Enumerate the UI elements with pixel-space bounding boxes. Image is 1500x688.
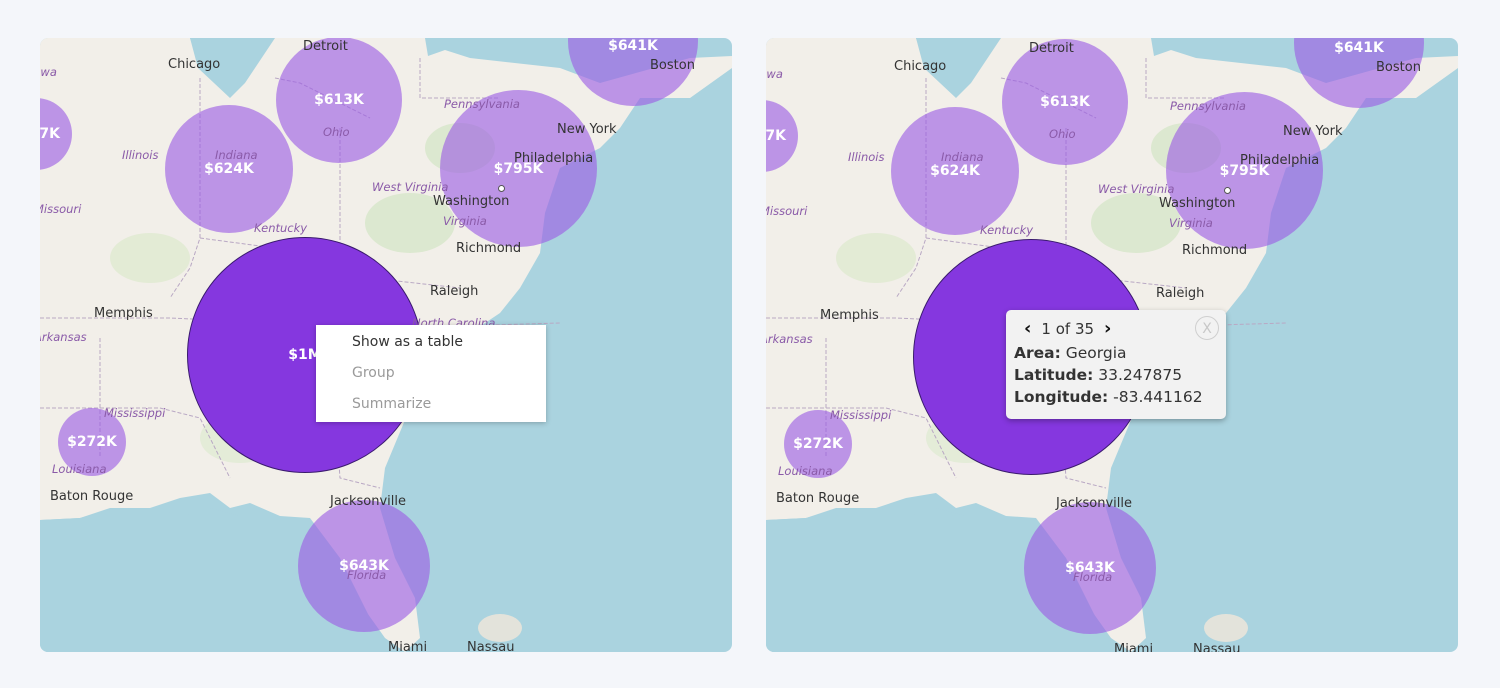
bubble-indiana[interactable]: $624K xyxy=(891,107,1019,235)
bubble-label: $7K xyxy=(766,128,786,144)
close-icon[interactable]: X xyxy=(1195,316,1219,340)
popup-pager: ‹ 1 of 35 › xyxy=(1014,318,1218,340)
info-popup: ‹ 1 of 35 › X Area: Georgia Latitude: 33… xyxy=(1006,310,1226,419)
popup-value: 33.247875 xyxy=(1098,366,1183,384)
state-label: Pennsylvania xyxy=(1170,99,1246,113)
city-label: Jacksonville xyxy=(1056,496,1132,511)
menu-item-show-as-table[interactable]: Show as a table xyxy=(316,327,546,358)
menu-item-summarize: Summarize xyxy=(352,396,432,412)
state-label: Ohio xyxy=(323,125,350,139)
state-label: Florida xyxy=(1073,570,1113,584)
state-label: Arkansas xyxy=(40,330,87,344)
state-label: Louisiana xyxy=(52,462,107,476)
popup-value: -83.441162 xyxy=(1113,388,1203,406)
city-label: Richmond xyxy=(456,241,522,256)
bubble-label: $624K xyxy=(930,163,980,179)
city-label: Memphis xyxy=(94,306,153,321)
bubble-label: $613K xyxy=(314,92,364,108)
bubble-michigan[interactable]: $613K xyxy=(1002,39,1128,165)
city-label: Nassau xyxy=(467,640,515,652)
city-label: Baton Rouge xyxy=(50,489,134,504)
city-label: Memphis xyxy=(820,308,879,323)
state-label: Missouri xyxy=(40,202,82,216)
bubble-label: $7K xyxy=(40,126,60,142)
map-panel-left[interactable]: $7K $613K $624K $641K $795K $1M $272K $6… xyxy=(40,38,732,652)
state-label: Illinois xyxy=(122,148,159,162)
bubble-label: $641K xyxy=(608,38,658,54)
state-label: Arkansas xyxy=(766,332,813,346)
city-label: Philadelphia xyxy=(514,151,594,166)
state-label: Missouri xyxy=(766,204,808,218)
popup-counter: 1 of 35 xyxy=(1041,320,1095,338)
state-label: Kentucky xyxy=(980,223,1034,237)
state-label: Indiana xyxy=(215,148,258,162)
chevron-right-icon[interactable]: › xyxy=(1104,320,1111,338)
state-label: Pennsylvania xyxy=(444,97,520,111)
state-label: Iowa xyxy=(40,65,57,79)
popup-row-latitude: Latitude: 33.247875 xyxy=(1014,366,1218,384)
city-label: Baton Rouge xyxy=(776,491,860,506)
state-label: West Virginia xyxy=(372,180,449,194)
city-label: Jacksonville xyxy=(330,494,406,509)
bubble-label: $613K xyxy=(1040,94,1090,110)
bubble-michigan[interactable]: $613K xyxy=(276,38,402,163)
bubble-label: $641K xyxy=(1334,40,1384,56)
state-label: Iowa xyxy=(766,67,783,81)
state-label: Virginia xyxy=(1169,216,1213,230)
city-label: Detroit xyxy=(1029,41,1074,56)
state-label: Louisiana xyxy=(778,464,833,478)
city-label: Chicago xyxy=(168,57,221,72)
state-label: Kentucky xyxy=(254,221,308,235)
chevron-left-icon[interactable]: ‹ xyxy=(1024,320,1031,338)
city-dot xyxy=(1224,187,1231,194)
map-panel-right[interactable]: $7K $613K $624K $641K $795K $1M $272K $6… xyxy=(766,38,1458,652)
state-label: Mississippi xyxy=(830,408,892,422)
city-label: New York xyxy=(557,122,617,137)
city-label: Miami xyxy=(388,640,428,652)
state-label: Indiana xyxy=(941,150,984,164)
bubble-florida[interactable]: $643K xyxy=(298,500,430,632)
city-label: Richmond xyxy=(1182,243,1248,258)
state-label: Florida xyxy=(347,568,387,582)
city-label: Raleigh xyxy=(1156,286,1205,301)
popup-row-area: Area: Georgia xyxy=(1014,344,1218,362)
menu-item-group: Group xyxy=(352,365,395,381)
bubble-indiana[interactable]: $624K xyxy=(165,105,293,233)
popup-value: Georgia xyxy=(1065,344,1127,362)
city-label: Boston xyxy=(650,58,695,73)
popup-key: Area: xyxy=(1014,344,1061,362)
city-label: Nassau xyxy=(1193,642,1241,652)
state-label: Virginia xyxy=(443,214,487,228)
city-label: Detroit xyxy=(303,39,348,54)
bubble-label: $624K xyxy=(204,161,254,177)
city-label: Boston xyxy=(1376,60,1421,75)
state-label: Mississippi xyxy=(104,406,166,420)
city-label: Washington xyxy=(1159,196,1236,211)
popup-key: Longitude: xyxy=(1014,388,1109,406)
state-label: Illinois xyxy=(848,150,885,164)
popup-row-longitude: Longitude: -83.441162 xyxy=(1014,388,1218,406)
city-label: Washington xyxy=(433,194,510,209)
city-label: Raleigh xyxy=(430,284,479,299)
popup-key: Latitude: xyxy=(1014,366,1094,384)
city-label: Philadelphia xyxy=(1240,153,1320,168)
state-label: Ohio xyxy=(1049,127,1076,141)
city-label: Chicago xyxy=(894,59,947,74)
city-label: New York xyxy=(1283,124,1343,139)
bubble-label: $272K xyxy=(793,436,843,452)
city-label: Miami xyxy=(1114,642,1154,652)
context-menu: Show as a table Group Summarize xyxy=(316,325,546,422)
city-dot xyxy=(498,185,505,192)
bubble-florida[interactable]: $643K xyxy=(1024,502,1156,634)
state-label: West Virginia xyxy=(1098,182,1175,196)
bubble-label: $272K xyxy=(67,434,117,450)
